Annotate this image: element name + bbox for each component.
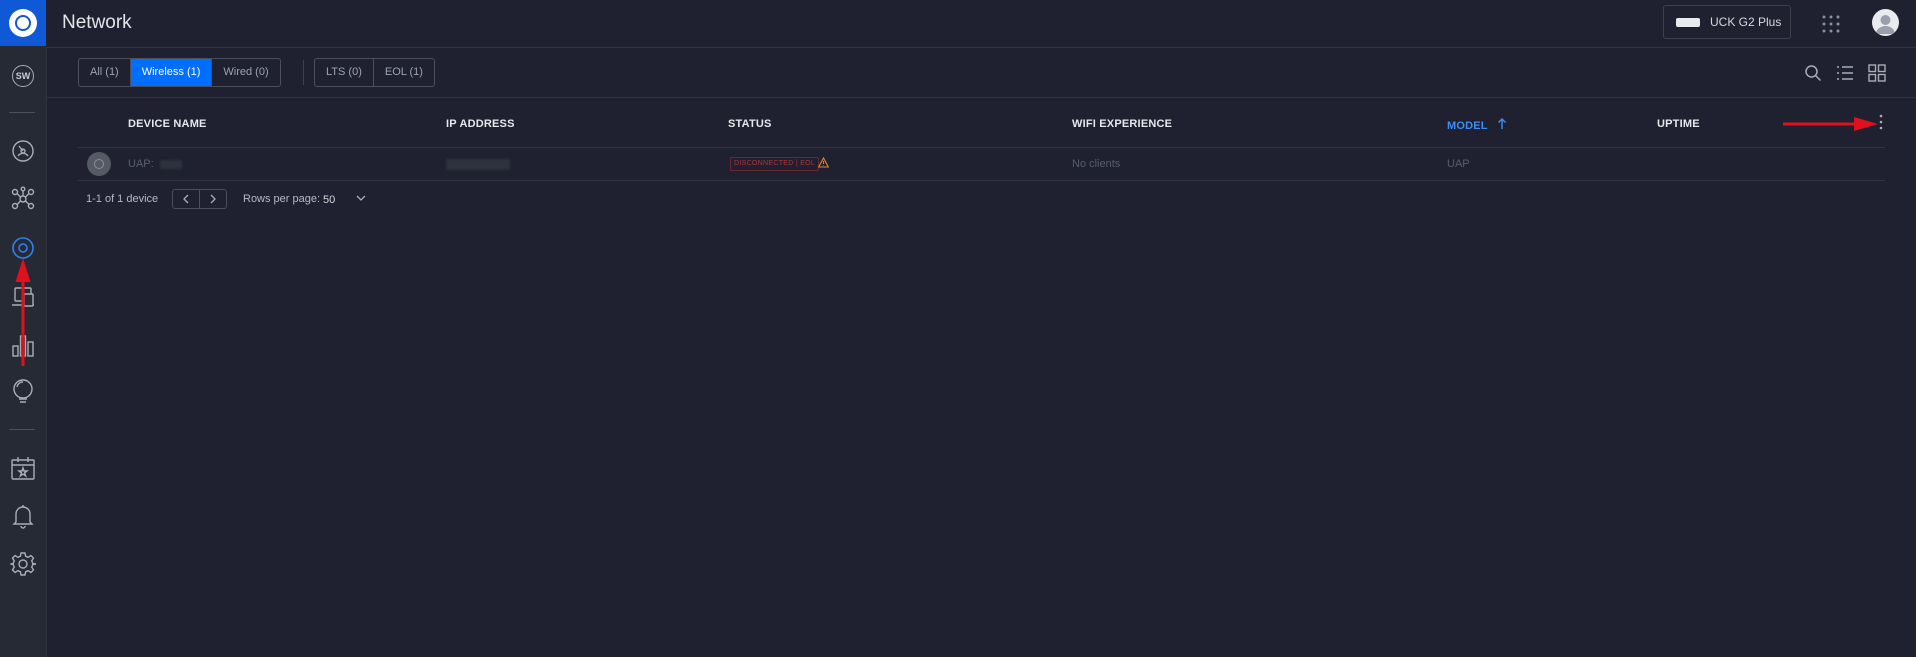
list-view-icon[interactable] bbox=[1836, 64, 1854, 82]
sidebar-item-settings[interactable] bbox=[0, 544, 46, 584]
chevron-right-icon bbox=[210, 194, 216, 204]
sidebar-item-insights[interactable] bbox=[0, 371, 46, 411]
redacted-device-name bbox=[159, 159, 182, 169]
dashboard-icon bbox=[12, 140, 34, 162]
site-switcher[interactable]: SW bbox=[0, 56, 46, 96]
device-name-cell: UAP: bbox=[128, 158, 182, 170]
chevron-left-icon bbox=[183, 194, 189, 204]
sidebar-item-dashboard[interactable] bbox=[0, 131, 46, 171]
unifi-logo-icon bbox=[9, 9, 37, 37]
column-header-model[interactable]: MODEL bbox=[1447, 118, 1507, 132]
filter-wired-button[interactable]: Wired (0) bbox=[212, 59, 279, 86]
page-title: Network bbox=[62, 12, 132, 33]
column-header-ip-address[interactable]: IP ADDRESS bbox=[446, 118, 515, 130]
sidebar-item-clients[interactable] bbox=[0, 277, 46, 317]
filter-divider bbox=[303, 60, 304, 85]
user-icon bbox=[1876, 15, 1895, 34]
column-header-uptime[interactable]: UPTIME bbox=[1657, 118, 1700, 130]
next-page-button[interactable] bbox=[200, 190, 226, 208]
column-options-kebab-icon[interactable] bbox=[1876, 112, 1886, 132]
lifecycle-filter: LTS (0) EOL (1) bbox=[314, 58, 435, 87]
column-header-device-name[interactable]: DEVICE NAME bbox=[128, 118, 207, 130]
top-header: Network UCK G2 Plus bbox=[46, 0, 1916, 48]
rows-per-page-label: Rows per page: bbox=[243, 193, 321, 205]
console-name: UCK G2 Plus bbox=[1710, 15, 1782, 29]
filter-wireless-button[interactable]: Wireless (1) bbox=[130, 59, 213, 86]
warning-icon bbox=[818, 157, 829, 168]
wifi-experience-cell: No clients bbox=[1072, 158, 1121, 170]
console-device-icon bbox=[1676, 17, 1700, 27]
grid-view-icon[interactable] bbox=[1868, 64, 1886, 82]
pagination-summary: 1-1 of 1 device bbox=[86, 193, 159, 205]
devices-icon bbox=[12, 237, 34, 259]
column-header-wifi-experience[interactable]: WIFI EXPERIENCE bbox=[1072, 118, 1172, 130]
sidebar-item-topology[interactable] bbox=[0, 179, 46, 219]
console-switcher[interactable]: UCK G2 Plus bbox=[1663, 5, 1791, 39]
filter-eol-button[interactable]: EOL (1) bbox=[374, 59, 434, 86]
sidebar-item-devices[interactable] bbox=[0, 228, 46, 268]
sidebar-item-alerts[interactable] bbox=[0, 496, 46, 536]
table-header: DEVICE NAME IP ADDRESS STATUS WIFI EXPER… bbox=[78, 98, 1885, 148]
calendar-star-icon bbox=[11, 457, 35, 480]
unifi-logo-button[interactable] bbox=[0, 0, 46, 46]
status-badge: DISCONNECTED | EOL bbox=[730, 157, 820, 171]
filter-toolbar: All (1) Wireless (1) Wired (0) LTS (0) E… bbox=[46, 48, 1916, 98]
sort-ascending-icon bbox=[1497, 118, 1506, 129]
device-name-text: UAP: bbox=[128, 158, 154, 170]
topology-icon bbox=[11, 186, 35, 210]
column-header-status[interactable]: STATUS bbox=[728, 118, 772, 130]
clients-icon bbox=[12, 287, 34, 307]
redacted-ip-address bbox=[446, 158, 510, 170]
page-navigation bbox=[172, 189, 227, 209]
insights-icon bbox=[13, 379, 33, 403]
gear-icon bbox=[10, 552, 36, 576]
chevron-down-icon bbox=[356, 195, 366, 201]
device-type-filter: All (1) Wireless (1) Wired (0) bbox=[78, 58, 281, 87]
sidebar: SW bbox=[0, 0, 47, 657]
user-avatar[interactable] bbox=[1872, 9, 1899, 36]
column-header-model-label: MODEL bbox=[1447, 120, 1488, 132]
rows-per-page-value: 50 bbox=[323, 194, 336, 206]
bell-icon bbox=[12, 505, 34, 529]
previous-page-button[interactable] bbox=[173, 190, 200, 208]
filter-all-button[interactable]: All (1) bbox=[79, 59, 131, 86]
statistics-icon bbox=[12, 335, 34, 357]
model-cell: UAP bbox=[1447, 158, 1470, 170]
access-point-icon bbox=[87, 152, 111, 176]
sidebar-divider bbox=[9, 429, 35, 430]
ip-address-cell bbox=[446, 158, 510, 170]
sidebar-item-statistics[interactable] bbox=[0, 326, 46, 366]
site-badge: SW bbox=[12, 65, 34, 87]
search-icon[interactable] bbox=[1804, 64, 1822, 82]
rows-per-page-select[interactable]: 50 bbox=[320, 190, 370, 210]
sidebar-item-events[interactable] bbox=[0, 448, 46, 488]
filter-lts-button[interactable]: LTS (0) bbox=[315, 59, 374, 86]
app-launcher-icon[interactable] bbox=[1821, 14, 1841, 34]
sidebar-divider bbox=[9, 112, 35, 113]
table-row[interactable]: UAP: DISCONNECTED | EOL No clients UAP bbox=[78, 148, 1885, 181]
